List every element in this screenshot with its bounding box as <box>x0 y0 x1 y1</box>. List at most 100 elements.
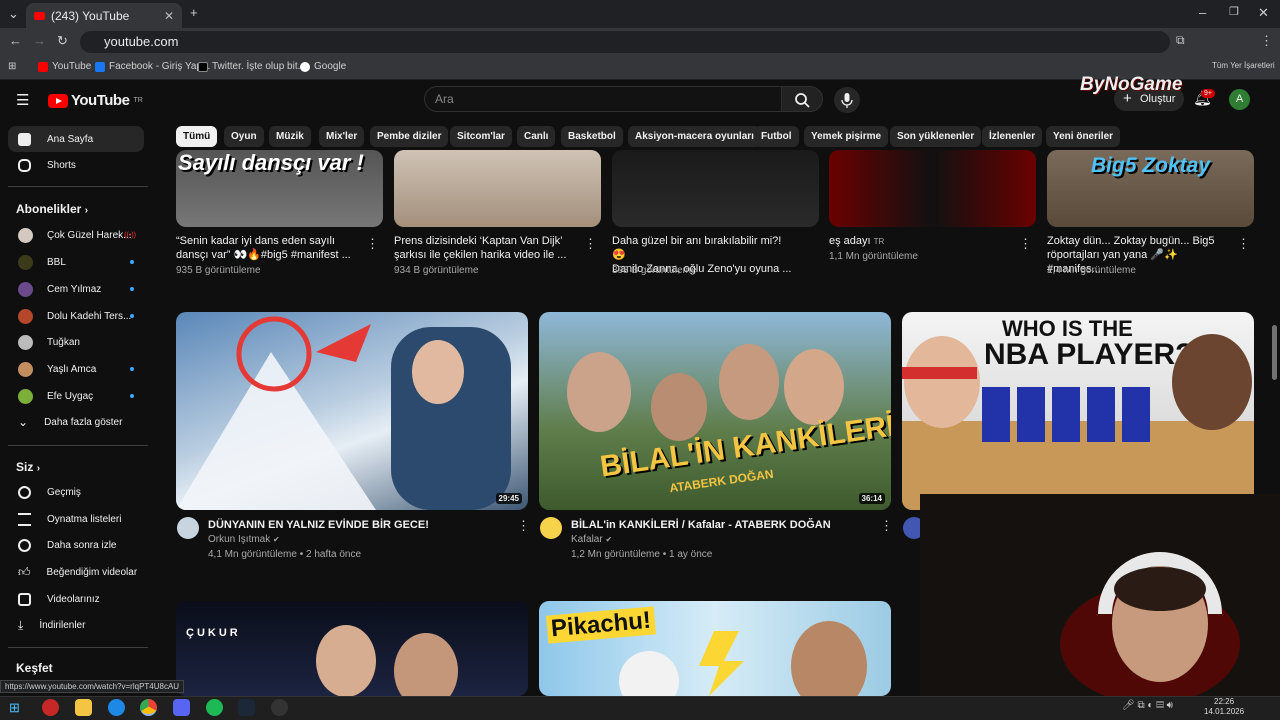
video-title-1[interactable]: DÜNYANIN EN YALNIZ EVİNDE BİR GECE! <box>208 518 429 532</box>
short-title-1[interactable]: “Senin kadar iyi dans eden sayılı dansçı … <box>176 234 356 262</box>
sidebar-item-label: Tuğkan <box>47 336 80 348</box>
all-bookmarks[interactable]: Tüm Yer İşaretleri <box>1212 61 1275 70</box>
chip-6[interactable]: Canlı <box>517 126 556 147</box>
app-icon[interactable] <box>42 699 59 716</box>
short-title-4[interactable]: eş adayı TR <box>829 234 1009 249</box>
chip-3[interactable]: Mix'ler <box>319 126 365 147</box>
discord-icon[interactable] <box>173 699 190 716</box>
account-avatar[interactable]: A <box>1229 89 1250 110</box>
short-thumbnail-3[interactable] <box>612 150 819 227</box>
sidebar-item-home[interactable]: Ana Sayfa <box>8 126 144 152</box>
video-title-2[interactable]: BİLAL'in KANKİLERİ / Kafalar - ATABERK D… <box>571 518 831 532</box>
more-options-icon[interactable]: ⋮ <box>1237 236 1250 252</box>
window-close-icon[interactable]: ✕ <box>1258 5 1269 21</box>
chrome-icon[interactable] <box>140 699 157 716</box>
obs-icon[interactable] <box>271 699 288 716</box>
steam-icon[interactable] <box>238 699 255 716</box>
bookmark-twitter[interactable]: Twitter. İşte olup bit... <box>198 61 306 72</box>
chip-10[interactable]: Yemek pişirme <box>804 126 889 147</box>
subscriptions-header[interactable]: Abonelikler › <box>16 202 88 216</box>
youtube-play-icon <box>48 93 68 108</box>
channel-name-2[interactable]: Kafalar ✔ <box>571 533 612 547</box>
search-input[interactable]: Ara <box>424 86 782 112</box>
sidebar-sub-4[interactable]: Dolu Kadehi Ters... <box>8 303 144 329</box>
sidebar-sub-7[interactable]: Efe Uygaç <box>8 383 144 409</box>
chip-8[interactable]: Aksiyon-macera oyunları <box>628 126 761 147</box>
sidebar-item-history[interactable]: Geçmiş <box>8 479 144 505</box>
video-thumbnail-3[interactable]: WHO IS THE NBA PLAYER? <box>902 312 1254 510</box>
youtube-logo[interactable]: YouTube TR <box>48 92 143 109</box>
chip-12[interactable]: İzlenenler <box>982 126 1043 147</box>
more-options-icon[interactable]: ⋮ <box>366 236 379 252</box>
new-content-dot <box>130 260 134 264</box>
sidebar-item-watch-later[interactable]: Daha sonra izle <box>8 532 144 558</box>
short-thumbnail-1[interactable]: Sayılı dansçı var ! <box>176 150 383 227</box>
voice-search-button[interactable] <box>834 87 860 113</box>
bookmark-facebook[interactable]: Facebook - Giriş Yap... <box>95 61 210 72</box>
short-thumbnail-4[interactable] <box>829 150 1036 227</box>
short-thumbnail-5[interactable]: Big5 Zoktay <box>1047 150 1254 227</box>
new-tab-icon[interactable]: + <box>190 5 198 20</box>
extensions-icon[interactable]: ⧉ <box>1176 33 1185 48</box>
sidebar: Ana Sayfa Shorts Abonelikler › Çok Güzel… <box>0 120 160 690</box>
chip-0[interactable]: Tümü <box>176 126 218 147</box>
apps-icon[interactable]: ⊞ <box>8 61 16 72</box>
tray-icons[interactable]: 🎤︎ ⧉ ◐ ▤ 🔊︎ <box>1122 700 1173 711</box>
sidebar-item-your-videos[interactable]: Videolarınız <box>8 586 144 612</box>
video-thumbnail-2[interactable]: BİLAL'İN KANKİLERİ ATABERK DOĞAN 36:14 <box>539 312 891 510</box>
sidebar-item-label: Oynatma listeleri <box>47 513 122 525</box>
chip-13[interactable]: Yeni öneriler <box>1046 126 1121 147</box>
chip-11[interactable]: Son yüklenenler <box>890 126 982 147</box>
reload-icon[interactable]: ↻ <box>57 33 68 49</box>
minimize-icon[interactable]: – <box>1199 5 1206 20</box>
channel-avatar[interactable] <box>540 517 562 539</box>
sidebar-show-more[interactable]: ⌄ Daha fazla göster <box>8 409 144 435</box>
video-thumbnail-4[interactable]: ÇUKUR <box>176 601 528 696</box>
browser-tab[interactable]: (243) YouTube ✕ <box>26 3 182 28</box>
edge-icon[interactable] <box>108 699 125 716</box>
channel-avatar[interactable] <box>177 517 199 539</box>
system-clock[interactable]: 22:26 14.01.2026 <box>1204 697 1244 717</box>
hamburger-menu-icon[interactable]: ☰ <box>16 91 29 109</box>
sidebar-item-playlists[interactable]: Oynatma listeleri <box>8 506 144 532</box>
sidebar-sub-5[interactable]: Tuğkan <box>8 329 144 355</box>
url-field[interactable]: youtube.com <box>80 31 1170 53</box>
video-thumbnail-5[interactable]: Pikachu! <box>539 601 891 696</box>
chip-7[interactable]: Basketbol <box>561 126 623 147</box>
chip-9[interactable]: Futbol <box>754 126 799 147</box>
sidebar-sub-1[interactable]: Çok Güzel Harek... ((•)) <box>8 222 144 248</box>
forward-icon[interactable]: → <box>33 33 46 48</box>
tab-search-icon[interactable]: ⌄ <box>8 6 19 22</box>
more-options-icon[interactable]: ⋮ <box>584 236 597 252</box>
avatar <box>18 388 33 404</box>
sidebar-sub-6[interactable]: Yaşlı Amca <box>8 356 144 382</box>
sidebar-item-shorts[interactable]: Shorts <box>8 152 144 178</box>
video-thumbnail-1[interactable]: 29:45 <box>176 312 528 510</box>
sidebar-item-downloads[interactable]: ⤓ İndirilenler <box>8 612 144 638</box>
channel-name-1[interactable]: Orkun Işıtmak ✔ <box>208 533 280 547</box>
sidebar-sub-3[interactable]: Cem Yılmaz <box>8 276 144 302</box>
spotify-icon[interactable] <box>206 699 223 716</box>
windows-start-icon[interactable]: ⊞ <box>9 699 26 716</box>
file-explorer-icon[interactable] <box>75 699 92 716</box>
scrollbar-thumb[interactable] <box>1272 325 1277 380</box>
back-icon[interactable]: ← <box>9 33 22 48</box>
restore-icon[interactable]: ❐ <box>1229 5 1239 18</box>
chip-5[interactable]: Sitcom'lar <box>450 126 512 147</box>
you-header[interactable]: Siz › <box>16 460 40 474</box>
bookmark-google[interactable]: Google <box>300 61 346 72</box>
short-thumbnail-2[interactable] <box>394 150 601 227</box>
sidebar-item-liked[interactable]: 👍︎ Beğendiğim videolar <box>8 559 144 585</box>
bookmark-youtube[interactable]: YouTube <box>38 61 91 72</box>
short-title-2[interactable]: Prens dizisindeki ‘Kaptan Van Dijk’ şarkı… <box>394 234 574 262</box>
sidebar-sub-2[interactable]: BBL <box>8 249 144 275</box>
close-tab-icon[interactable]: ✕ <box>164 9 174 23</box>
chip-1[interactable]: Oyun <box>224 126 264 147</box>
search-button[interactable] <box>781 86 823 112</box>
menu-icon[interactable]: ⋮ <box>1260 33 1273 49</box>
chip-4[interactable]: Pembe diziler <box>370 126 449 147</box>
more-options-icon[interactable]: ⋮ <box>1019 236 1032 252</box>
more-options-icon[interactable]: ⋮ <box>517 518 530 534</box>
chip-2[interactable]: Müzik <box>269 126 311 147</box>
more-options-icon[interactable]: ⋮ <box>880 518 893 534</box>
